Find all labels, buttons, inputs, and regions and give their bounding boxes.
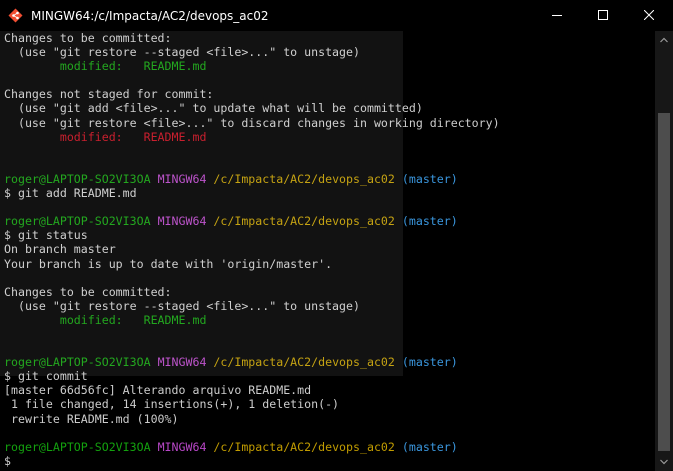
terminal-text-segment: Changes not staged for commit: — [4, 87, 214, 102]
minimize-button[interactable] — [534, 0, 580, 31]
maximize-icon — [598, 10, 608, 20]
terminal-line: (use "git restore <file>..." to discard … — [4, 116, 500, 130]
terminal-line: Changes to be committed: — [4, 31, 500, 45]
terminal-text-segment: /c/Impacta/AC2/devops_ac02 — [213, 439, 402, 454]
terminal-text-segment: modified: README.md — [4, 312, 207, 327]
terminal-text-segment: roger@LAPTOP-SO2VI3OA — [4, 439, 158, 454]
terminal-line: modified: README.md — [4, 59, 500, 73]
terminal-line: roger@LAPTOP-SO2VI3OA MINGW64 /c/Impacta… — [4, 355, 500, 369]
terminal-text-segment: modified: README.md — [4, 59, 207, 74]
title-bar[interactable]: MINGW64:/c/Impacta/AC2/devops_ac02 — [0, 0, 673, 31]
terminal-line: Changes not staged for commit: — [4, 87, 500, 101]
terminal-text-segment: (master) — [401, 214, 458, 229]
terminal-text-segment: roger@LAPTOP-SO2VI3OA — [4, 214, 158, 229]
terminal-text-segment: (use "git restore --staged <file>..." to… — [4, 298, 360, 313]
terminal-line: (use "git add <file>..." to update what … — [4, 101, 500, 115]
terminal-text-segment: [master 66d56fc] Alterando arquivo READM… — [4, 383, 312, 398]
scroll-down-button[interactable] — [655, 453, 673, 471]
terminal-line: $ git commit — [4, 369, 500, 383]
terminal-text-segment: Changes to be committed: — [4, 284, 172, 299]
terminal-text-segment: /c/Impacta/AC2/devops_ac02 — [213, 355, 402, 370]
terminal-line: roger@LAPTOP-SO2VI3OA MINGW64 /c/Impacta… — [4, 172, 500, 186]
terminal-text-segment: On branch master — [4, 242, 116, 257]
terminal-line: Changes to be committed: — [4, 285, 500, 299]
terminal-text-segment: $ git add README.md — [4, 186, 137, 201]
terminal-text-segment: (master) — [401, 439, 458, 454]
terminal-output[interactable]: Changes to be committed: (use "git resto… — [0, 31, 655, 471]
terminal-text-segment: MINGW64 — [157, 355, 214, 370]
chevron-up-icon — [660, 37, 668, 43]
terminal-text-segment: MINGW64 — [157, 171, 214, 186]
terminal-text-segment: Your branch is up to date with 'origin/m… — [4, 256, 333, 271]
vertical-scrollbar[interactable] — [655, 31, 673, 471]
terminal-line: modified: README.md — [4, 130, 500, 144]
terminal-line: (use "git restore --staged <file>..." to… — [4, 45, 500, 59]
scroll-up-button[interactable] — [655, 31, 673, 49]
terminal-line: $ git add README.md — [4, 186, 500, 200]
chevron-down-icon — [660, 459, 668, 465]
terminal-text-segment: $ git status — [4, 228, 88, 243]
terminal-text-segment: Changes to be committed: — [4, 31, 172, 45]
terminal-line: Your branch is up to date with 'origin/m… — [4, 257, 500, 271]
terminal-text-segment: (use "git restore --staged <file>..." to… — [4, 45, 360, 60]
terminal-line: modified: README.md — [4, 313, 500, 327]
terminal-text-segment: (master) — [401, 355, 458, 370]
terminal-text-segment: $ — [4, 453, 11, 468]
terminal-text-segment: /c/Impacta/AC2/devops_ac02 — [213, 214, 402, 229]
maximize-button[interactable] — [580, 0, 626, 31]
terminal-text-segment: roger@LAPTOP-SO2VI3OA — [4, 171, 158, 186]
terminal-text-segment: roger@LAPTOP-SO2VI3OA — [4, 355, 158, 370]
terminal-text-segment: MINGW64 — [157, 439, 214, 454]
close-button[interactable] — [626, 0, 672, 31]
terminal-text-segment: rewrite README.md (100%) — [4, 411, 179, 426]
terminal-line: 1 file changed, 14 insertions(+), 1 dele… — [4, 397, 500, 411]
terminal-line: [master 66d56fc] Alterando arquivo READM… — [4, 383, 500, 397]
terminal-line: $ git status — [4, 228, 500, 242]
terminal-line: On branch master — [4, 242, 500, 256]
terminal-line: rewrite README.md (100%) — [4, 412, 500, 426]
terminal-text: Changes to be committed: (use "git resto… — [4, 31, 500, 468]
scrollbar-thumb[interactable] — [658, 113, 670, 451]
terminal-text-segment: 1 file changed, 14 insertions(+), 1 dele… — [4, 397, 340, 412]
terminal-line: $ — [4, 454, 500, 468]
terminal-text-segment: (use "git add <file>..." to update what … — [4, 101, 423, 116]
terminal-line: roger@LAPTOP-SO2VI3OA MINGW64 /c/Impacta… — [4, 214, 500, 228]
terminal-line: roger@LAPTOP-SO2VI3OA MINGW64 /c/Impacta… — [4, 440, 500, 454]
git-bash-icon — [8, 8, 23, 23]
minimize-icon — [552, 15, 562, 16]
close-icon — [644, 10, 654, 20]
terminal-text-segment: (master) — [401, 171, 458, 186]
terminal-line: (use "git restore --staged <file>..." to… — [4, 299, 500, 313]
terminal-window: MINGW64:/c/Impacta/AC2/devops_ac02 Chang… — [0, 0, 673, 471]
terminal-text-segment: (use "git restore <file>..." to discard … — [4, 115, 500, 130]
window-title: MINGW64:/c/Impacta/AC2/devops_ac02 — [31, 9, 269, 23]
terminal-text-segment: modified: README.md — [4, 129, 207, 144]
terminal-text-segment: $ git commit — [4, 369, 88, 384]
terminal-text-segment: /c/Impacta/AC2/devops_ac02 — [213, 171, 402, 186]
terminal-text-segment: MINGW64 — [157, 214, 214, 229]
